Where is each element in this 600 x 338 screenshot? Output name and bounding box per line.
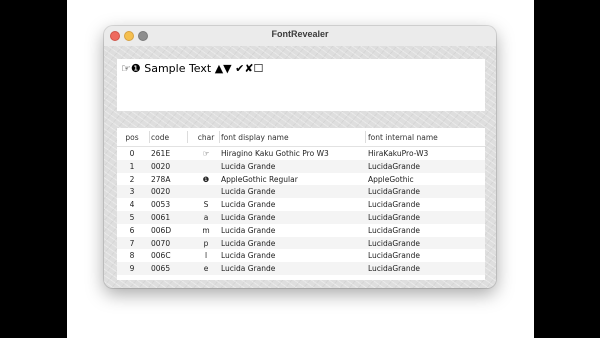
cell-code: 006C	[151, 251, 171, 261]
column-header-char[interactable]: char	[193, 133, 219, 142]
cell-code: 006D	[151, 225, 172, 235]
cell-internal-name: LucidaGrande	[368, 200, 420, 210]
table-row[interactable]: 4 0053 S Lucida Grande LucidaGrande	[117, 198, 485, 211]
cell-code: 0020	[151, 187, 171, 197]
column-divider[interactable]	[365, 131, 366, 143]
cell-internal-name: LucidaGrande	[368, 187, 420, 197]
glyph-table[interactable]: pos code char font display name font int…	[117, 128, 485, 280]
table-header: pos code char font display name font int…	[117, 128, 485, 147]
cell-char: e	[203, 264, 209, 274]
cell-pos: 1	[129, 161, 135, 171]
table-row[interactable]: 9 0065 e Lucida Grande LucidaGrande	[117, 262, 485, 275]
cell-pos: 4	[129, 200, 135, 210]
cell-code: 0065	[151, 264, 171, 274]
cell-display-name: Lucida Grande	[221, 238, 276, 248]
cell-code: 0070	[151, 238, 171, 248]
table-row[interactable]: 7 0070 p Lucida Grande LucidaGrande	[117, 236, 485, 250]
table-row[interactable]: 1 0020 Lucida Grande LucidaGrande	[117, 159, 485, 173]
column-divider[interactable]	[187, 131, 188, 143]
cell-char: ☞	[202, 149, 210, 158]
cell-display-name: Lucida Grande	[221, 225, 276, 235]
table-row[interactable]: 2 278A ❶ AppleGothic Regular AppleGothic	[117, 173, 485, 186]
cell-pos: 5	[129, 213, 135, 222]
cell-code: 0061	[151, 213, 171, 222]
table-row[interactable]: 6 006D m Lucida Grande LucidaGrande	[117, 224, 485, 237]
cell-display-name: Lucida Grande	[221, 264, 276, 274]
window-title: FontRevealer	[271, 29, 329, 39]
cell-pos: 2	[129, 174, 135, 184]
table-row[interactable]: 5 0061 a Lucida Grande LucidaGrande	[117, 211, 485, 224]
app-window: FontRevealer ☞❶ Sample Text ▲▼ ✔✘☐ pos c…	[104, 26, 496, 288]
cell-internal-name: LucidaGrande	[368, 251, 420, 261]
sample-text-value: ☞❶ Sample Text ▲▼ ✔✘☐	[121, 62, 264, 75]
cell-char: S	[203, 200, 209, 210]
cell-internal-name: AppleGothic	[368, 174, 414, 184]
cell-pos: 0	[129, 149, 135, 158]
cell-char: a	[203, 213, 209, 222]
cell-internal-name: LucidaGrande	[368, 238, 420, 248]
table-row[interactable]: 0 261E ☞ Hiragino Kaku Gothic Pro W3 HiraKak…	[117, 147, 485, 160]
cell-pos: 9	[129, 264, 135, 274]
column-divider[interactable]	[219, 131, 220, 143]
cell-internal-name: HiraKakuPro-W3	[368, 149, 429, 158]
column-header-display-name[interactable]: font display name	[221, 133, 289, 142]
cell-display-name: Lucida Grande	[221, 251, 276, 261]
cell-display-name: Hiragino Kaku Gothic Pro W3	[221, 149, 329, 158]
cell-char: l	[204, 251, 208, 261]
column-header-internal-name[interactable]: font internal name	[368, 133, 438, 142]
cell-internal-name: LucidaGrande	[368, 213, 420, 222]
column-header-pos[interactable]: pos	[117, 133, 147, 142]
column-divider[interactable]	[149, 131, 150, 143]
table-row[interactable]: 8 006C l Lucida Grande LucidaGrande	[117, 249, 485, 262]
cell-display-name: Lucida Grande	[221, 213, 276, 222]
cell-code: 261E	[151, 149, 171, 158]
cell-internal-name: LucidaGrande	[368, 225, 420, 235]
cell-display-name: AppleGothic Regular	[221, 174, 298, 184]
cell-char: ❶	[202, 174, 210, 184]
cell-code: 0020	[151, 161, 171, 171]
cell-pos: 6	[129, 225, 135, 235]
cell-internal-name: LucidaGrande	[368, 264, 420, 274]
cell-display-name: Lucida Grande	[221, 187, 276, 197]
cell-char: p	[203, 238, 209, 248]
column-header-code[interactable]: code	[151, 133, 169, 142]
cell-pos: 3	[129, 187, 135, 197]
cell-display-name: Lucida Grande	[221, 200, 276, 210]
cell-char: m	[202, 225, 210, 235]
window-content: ☞❶ Sample Text ▲▼ ✔✘☐ pos code char font…	[104, 46, 496, 288]
title-bar[interactable]: FontRevealer	[104, 26, 496, 46]
cell-internal-name: LucidaGrande	[368, 161, 420, 171]
cell-pos: 8	[129, 251, 135, 261]
cell-display-name: Lucida Grande	[221, 161, 276, 171]
sample-text-field[interactable]: ☞❶ Sample Text ▲▼ ✔✘☐	[117, 59, 485, 111]
table-row[interactable]: 3 0020 Lucida Grande LucidaGrande	[117, 185, 485, 199]
cell-pos: 7	[129, 238, 135, 248]
cell-code: 278A	[151, 174, 171, 184]
cell-code: 0053	[151, 200, 171, 210]
